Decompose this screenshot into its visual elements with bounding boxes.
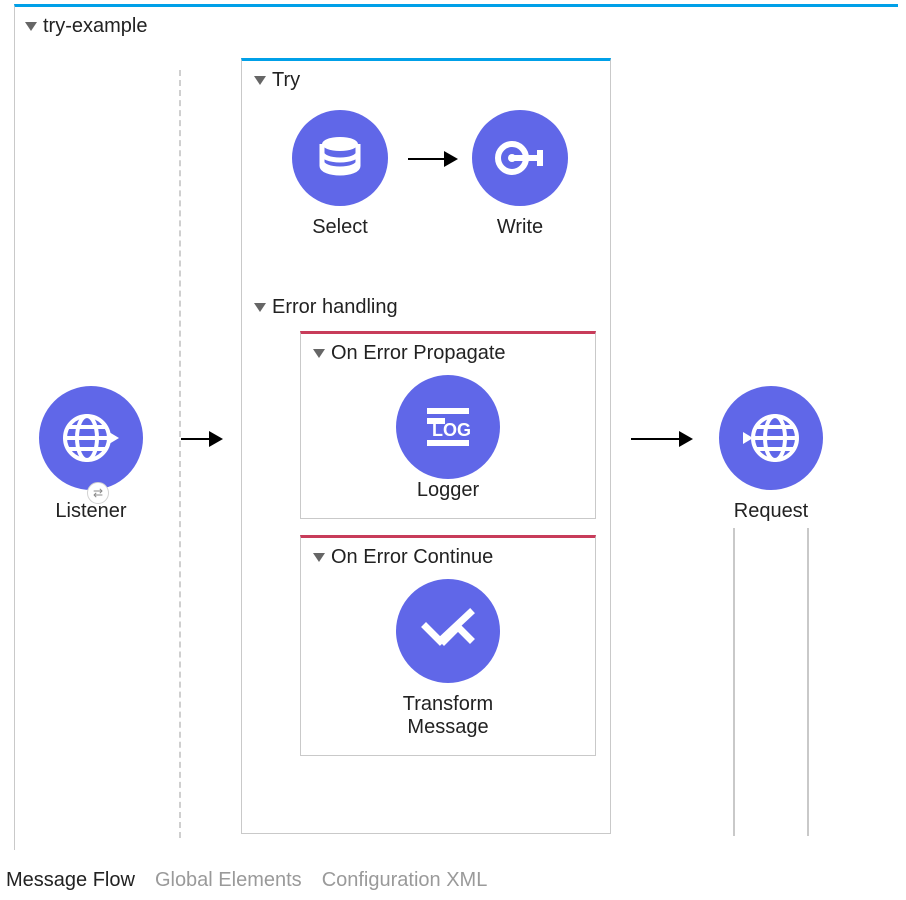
arrow-icon (181, 438, 221, 440)
transform-node[interactable]: Transform Message (301, 579, 595, 739)
flow-title: try-example (43, 15, 147, 38)
globe-arrow-in-icon (719, 386, 823, 490)
logger-label: Logger (301, 479, 595, 502)
transform-icon (396, 579, 500, 683)
request-label: Request (719, 500, 823, 523)
try-scope[interactable]: Try Select (241, 58, 611, 834)
arrow-icon (408, 158, 456, 160)
flow-title-row[interactable]: try-example (15, 15, 898, 38)
log-icon: LOG (396, 375, 500, 479)
flow-canvas: try-example ⇄ Listener (0, 0, 906, 900)
flow-body: ⇄ Listener Try (15, 48, 898, 838)
select-label: Select (292, 216, 388, 239)
transform-label: Transform Message (378, 693, 518, 739)
source-separator (179, 70, 181, 838)
on-error-propagate-title: On Error Propagate (331, 342, 506, 365)
listener-label: Listener (39, 500, 143, 523)
disclosure-triangle-icon[interactable] (254, 76, 266, 85)
flow-panel[interactable]: try-example ⇄ Listener (14, 4, 898, 850)
error-handling-title: Error handling (272, 296, 398, 319)
exchange-badge-icon: ⇄ (87, 482, 109, 504)
editor-tabs: Message Flow Global Elements Configurati… (0, 858, 906, 892)
connection-line (733, 528, 735, 836)
connection-line (807, 528, 809, 836)
logger-node[interactable]: LOG Logger (301, 375, 595, 502)
disclosure-triangle-icon[interactable] (313, 349, 325, 358)
try-title: Try (272, 69, 300, 92)
connector-icon (472, 110, 568, 206)
svg-text:LOG: LOG (432, 420, 471, 440)
select-node[interactable]: Select (292, 110, 388, 239)
tab-global-elements[interactable]: Global Elements (155, 869, 302, 892)
listener-node[interactable]: ⇄ Listener (39, 386, 143, 523)
on-error-propagate-scope[interactable]: On Error Propagate LOG Logger (300, 331, 596, 519)
write-node[interactable]: Write (472, 110, 568, 239)
try-processors-row: Select (242, 92, 610, 292)
try-title-row[interactable]: Try (242, 61, 610, 92)
on-error-propagate-title-row[interactable]: On Error Propagate (301, 334, 595, 365)
tab-configuration-xml[interactable]: Configuration XML (322, 869, 488, 892)
arrow-icon (631, 438, 691, 440)
request-node[interactable]: Request (719, 386, 823, 523)
disclosure-triangle-icon[interactable] (313, 553, 325, 562)
tab-message-flow[interactable]: Message Flow (6, 869, 135, 892)
on-error-continue-scope[interactable]: On Error Continue Transform Message (300, 535, 596, 756)
disclosure-triangle-icon[interactable] (25, 22, 37, 31)
error-handling-title-row[interactable]: Error handling (242, 292, 610, 319)
on-error-continue-title: On Error Continue (331, 546, 493, 569)
disclosure-triangle-icon[interactable] (254, 303, 266, 312)
on-error-continue-title-row[interactable]: On Error Continue (301, 538, 595, 569)
globe-icon (39, 386, 143, 490)
write-label: Write (472, 216, 568, 239)
database-icon (292, 110, 388, 206)
